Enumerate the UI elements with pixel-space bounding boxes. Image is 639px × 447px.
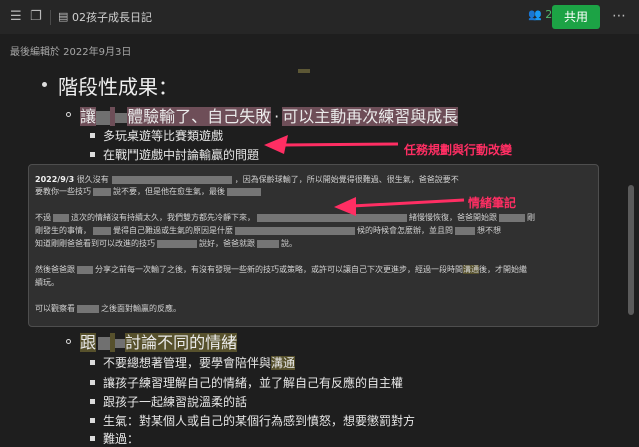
- collaborators-indicator[interactable]: 👥 2: [528, 8, 552, 21]
- people-icon: 👥: [528, 8, 542, 21]
- list-item[interactable]: 在戰鬥遊戲中討論輸贏的問題: [103, 146, 259, 163]
- bullet-square: [90, 418, 95, 423]
- bullet-square: [90, 380, 95, 385]
- share-button[interactable]: 共用: [552, 5, 600, 29]
- annotation-arrow: [264, 135, 399, 154]
- note-line: 然後爸爸跟 分享之前每一次輸了之後，有沒有發現一些新的技巧或策略，或許可以讓自己下…: [35, 265, 527, 274]
- list-item[interactable]: 不要總想著管理，要學會陪伴與溝通: [103, 354, 296, 371]
- redacted-name: [499, 213, 525, 222]
- bullet-dot: [42, 82, 47, 87]
- bullet-circle: [66, 112, 71, 117]
- redacted-name: [98, 337, 111, 350]
- scrollbar[interactable]: [628, 185, 634, 315]
- note-line: 要教你一些技巧 說不要，但是他在愈生氣，最後: [35, 185, 261, 198]
- divider: [50, 10, 51, 25]
- outline-subheading-1[interactable]: 讓 體驗輸了、自己失敗 · 可以主動再次練習與成長: [80, 103, 459, 127]
- bullet-square: [90, 152, 95, 157]
- outline-heading[interactable]: 階段性成果：: [58, 71, 178, 100]
- note-line: 知道剛剛爸爸看到可以改進的技巧 說好，爸爸就跟 說。: [35, 239, 297, 248]
- note-line: 續玩。: [35, 278, 59, 287]
- redacted-name: [96, 110, 111, 125]
- last-edited-label: 最後編輯於 2022年9月3日: [10, 47, 132, 58]
- redacted-name: [115, 112, 128, 123]
- note-line: 剛發生的事情， 覺得自己難過或生氣的原因是什麼 候的時候會怎麼辦，並且問 想不想: [35, 226, 501, 235]
- redacted-name: [93, 226, 111, 235]
- annotation-emotion-note: 情緒筆記: [468, 196, 517, 210]
- redacted-name: [77, 304, 99, 313]
- redacted-name: [455, 226, 475, 235]
- redacted-name: [77, 265, 93, 274]
- list-item[interactable]: 生氣：對某個人或自己的某個行為感到憤怒，想要懲罰對方: [103, 412, 415, 429]
- outline-subheading-2[interactable]: 跟 討論不同的情緒: [80, 329, 238, 353]
- bullet-square: [90, 399, 95, 404]
- bullet-square: [90, 133, 95, 138]
- annotation-task-planning: 任務規劃與行動改變: [404, 143, 513, 157]
- redacted-name: [115, 339, 126, 348]
- list-item[interactable]: 難過：: [103, 430, 139, 447]
- redacted-text: [227, 187, 261, 196]
- list-item[interactable]: 跟孩子一起練習說溫柔的話: [103, 393, 247, 410]
- highlight-marker: [298, 69, 310, 73]
- list-item[interactable]: 讓孩子練習理解自己的情緒，並了解自己有反應的自主權: [103, 374, 403, 391]
- annotation-arrow: [334, 197, 465, 216]
- notebook-icon[interactable]: ▤: [58, 10, 68, 24]
- bullet-square: [90, 436, 95, 441]
- top-bar: ☰ ❐ ▤ 02孩子成長日記 👥 2 共用 ⋯: [0, 0, 639, 34]
- redacted-name: [111, 175, 232, 184]
- doc-title[interactable]: 02孩子成長日記: [72, 9, 152, 25]
- redacted-text: [235, 226, 355, 235]
- redacted-name: [53, 213, 69, 222]
- bullet-square: [90, 360, 95, 365]
- note-card[interactable]: 2022/9/3 很久沒有 ，因為保齡球輸了，所以開始覺得很難過、很生氣，爸爸說要…: [28, 164, 599, 327]
- menu-icon[interactable]: ☰: [10, 10, 22, 24]
- bullet-circle: [66, 339, 71, 344]
- redacted-name: [157, 239, 197, 248]
- list-item[interactable]: 多玩桌遊等比賽類遊戲: [103, 127, 223, 144]
- redacted-name: [93, 187, 111, 196]
- note-line: 可以觀察看 之後面對輸贏的反應。: [35, 304, 181, 313]
- bookmark-icon[interactable]: ❐: [30, 10, 42, 24]
- more-options-icon[interactable]: ⋯: [612, 9, 626, 23]
- redacted-name: [257, 239, 279, 248]
